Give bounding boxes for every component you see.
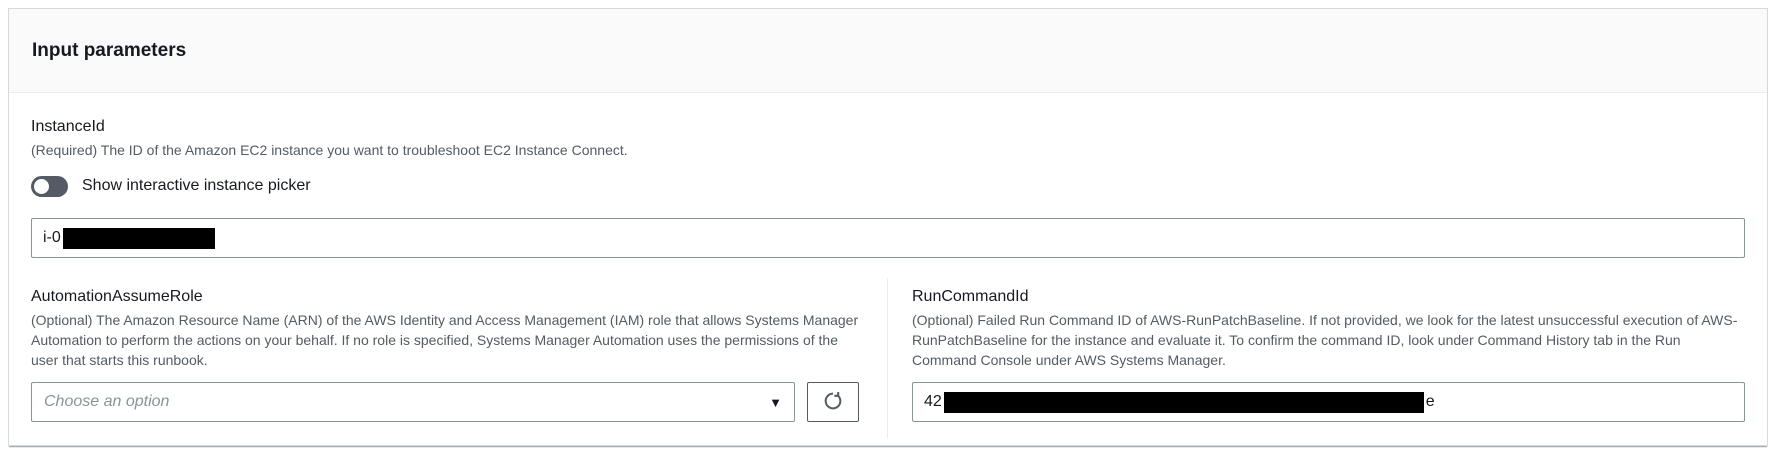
select-placeholder: Choose an option <box>44 393 169 411</box>
run-command-id-label: RunCommandId <box>912 286 1745 308</box>
automation-assume-role-controls: Choose an option ▼ <box>31 382 859 422</box>
instance-picker-toggle[interactable] <box>31 176 68 197</box>
run-command-id-value-suffix: e <box>1426 393 1435 411</box>
panel-body: InstanceId (Required) The ID of the Amaz… <box>9 93 1767 438</box>
instance-picker-toggle-label: Show interactive instance picker <box>82 177 311 195</box>
run-command-id-value-prefix: 42 <box>924 393 942 411</box>
input-parameters-panel: Input parameters InstanceId (Required) T… <box>8 8 1768 446</box>
refresh-button[interactable] <box>807 382 859 422</box>
instance-id-section: InstanceId (Required) The ID of the Amaz… <box>31 93 1745 258</box>
instance-id-input[interactable]: i-0 <box>31 218 1745 258</box>
panel-title: Input parameters <box>32 40 186 62</box>
instance-id-value-prefix: i-0 <box>43 229 61 247</box>
two-column-section: AutomationAssumeRole (Optional) The Amaz… <box>31 278 1745 438</box>
caret-down-icon: ▼ <box>769 396 782 409</box>
instance-id-label: InstanceId <box>31 116 1745 138</box>
run-command-id-input[interactable]: 42 e <box>912 382 1745 422</box>
automation-assume-role-label: AutomationAssumeRole <box>31 286 859 308</box>
automation-assume-role-description: (Optional) The Amazon Resource Name (ARN… <box>31 310 859 370</box>
instance-picker-toggle-row: Show interactive instance picker <box>31 170 1745 202</box>
refresh-icon <box>822 390 844 415</box>
instance-id-description: (Required) The ID of the Amazon EC2 inst… <box>31 140 1745 160</box>
run-command-id-description: (Optional) Failed Run Command ID of AWS-… <box>912 310 1745 370</box>
automation-assume-role-select[interactable]: Choose an option ▼ <box>31 382 795 422</box>
automation-assume-role-section: AutomationAssumeRole (Optional) The Amaz… <box>31 278 888 438</box>
toggle-knob-icon <box>34 179 49 194</box>
panel-header: Input parameters <box>9 9 1767 93</box>
run-command-id-section: RunCommandId (Optional) Failed Run Comma… <box>888 278 1745 438</box>
redaction-box <box>63 228 215 249</box>
redaction-box <box>944 392 1424 413</box>
